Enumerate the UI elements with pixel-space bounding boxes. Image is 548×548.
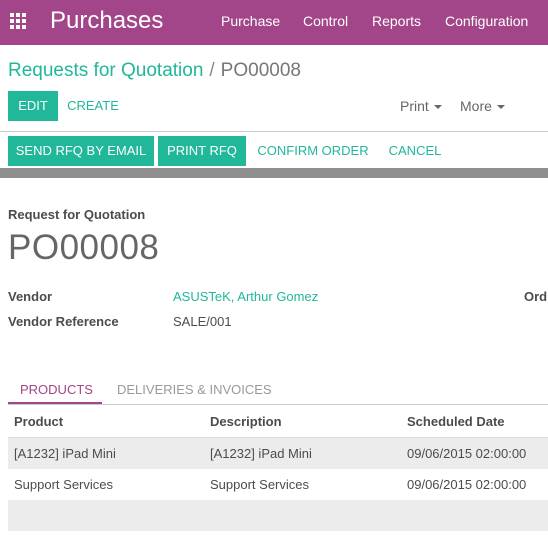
cell-scheduled-date: 09/06/2015 02:00:00 <box>407 446 527 461</box>
column-header-scheduled-date[interactable]: Scheduled Date <box>407 414 505 429</box>
cancel-button[interactable]: CANCEL <box>380 136 450 166</box>
caret-down-icon <box>433 105 442 110</box>
cell-product: Support Services <box>14 477 113 492</box>
tab-deliveries-invoices[interactable]: DELIVERIES & INVOICES <box>117 382 272 397</box>
document-name: PO00008 <box>8 228 160 267</box>
tab-divider <box>8 404 548 405</box>
send-rfq-email-button[interactable]: SEND RFQ BY EMAIL <box>8 136 154 166</box>
control-panel-divider <box>0 131 548 132</box>
document-type-label: Request for Quotation <box>8 207 146 222</box>
order-date-label: Ord <box>524 289 548 304</box>
cell-description: [A1232] iPad Mini <box>210 446 312 461</box>
more-dropdown-label: More <box>460 98 492 114</box>
caret-down-icon <box>496 105 505 110</box>
apps-grid-icon[interactable] <box>10 13 28 29</box>
app-title: Purchases <box>50 7 164 34</box>
breadcrumb-parent-link[interactable]: Requests for Quotation <box>8 60 203 81</box>
table-row-empty[interactable] <box>8 500 548 531</box>
vendor-label: Vendor <box>8 289 53 304</box>
cell-scheduled-date: 09/06/2015 02:00:00 <box>407 477 527 492</box>
tab-products[interactable]: PRODUCTS <box>20 382 93 397</box>
menu-purchase[interactable]: Purchase <box>221 13 280 29</box>
cell-description: Support Services <box>210 477 309 492</box>
status-bar <box>0 168 548 178</box>
confirm-order-button[interactable]: CONFIRM ORDER <box>252 136 374 166</box>
more-dropdown[interactable]: More <box>460 98 505 114</box>
breadcrumb: Requests for Quotation / PO00008 <box>8 60 301 82</box>
menu-control[interactable]: Control <box>303 13 348 29</box>
column-header-product[interactable]: Product <box>14 414 63 429</box>
breadcrumb-separator: / <box>209 60 215 81</box>
column-header-description[interactable]: Description <box>210 414 282 429</box>
menu-configuration[interactable]: Configuration <box>445 13 528 29</box>
edit-button[interactable]: EDIT <box>8 91 58 121</box>
table-row[interactable]: Support Services Support Services 09/06/… <box>8 469 548 500</box>
print-rfq-button[interactable]: PRINT RFQ <box>158 136 246 166</box>
menu-reports[interactable]: Reports <box>372 13 421 29</box>
vendor-reference-value: SALE/001 <box>173 314 232 329</box>
print-dropdown[interactable]: Print <box>400 98 442 114</box>
top-navbar: Purchases Purchase Control Reports Confi… <box>0 0 548 45</box>
create-button[interactable]: CREATE <box>62 91 124 121</box>
vendor-link[interactable]: ASUSTeK, Arthur Gomez <box>173 289 318 304</box>
vendor-reference-label: Vendor Reference <box>8 314 119 329</box>
table-row[interactable]: [A1232] iPad Mini [A1232] iPad Mini 09/0… <box>8 438 548 469</box>
breadcrumb-current: PO00008 <box>220 60 301 81</box>
print-dropdown-label: Print <box>400 98 429 114</box>
cell-product: [A1232] iPad Mini <box>14 446 116 461</box>
